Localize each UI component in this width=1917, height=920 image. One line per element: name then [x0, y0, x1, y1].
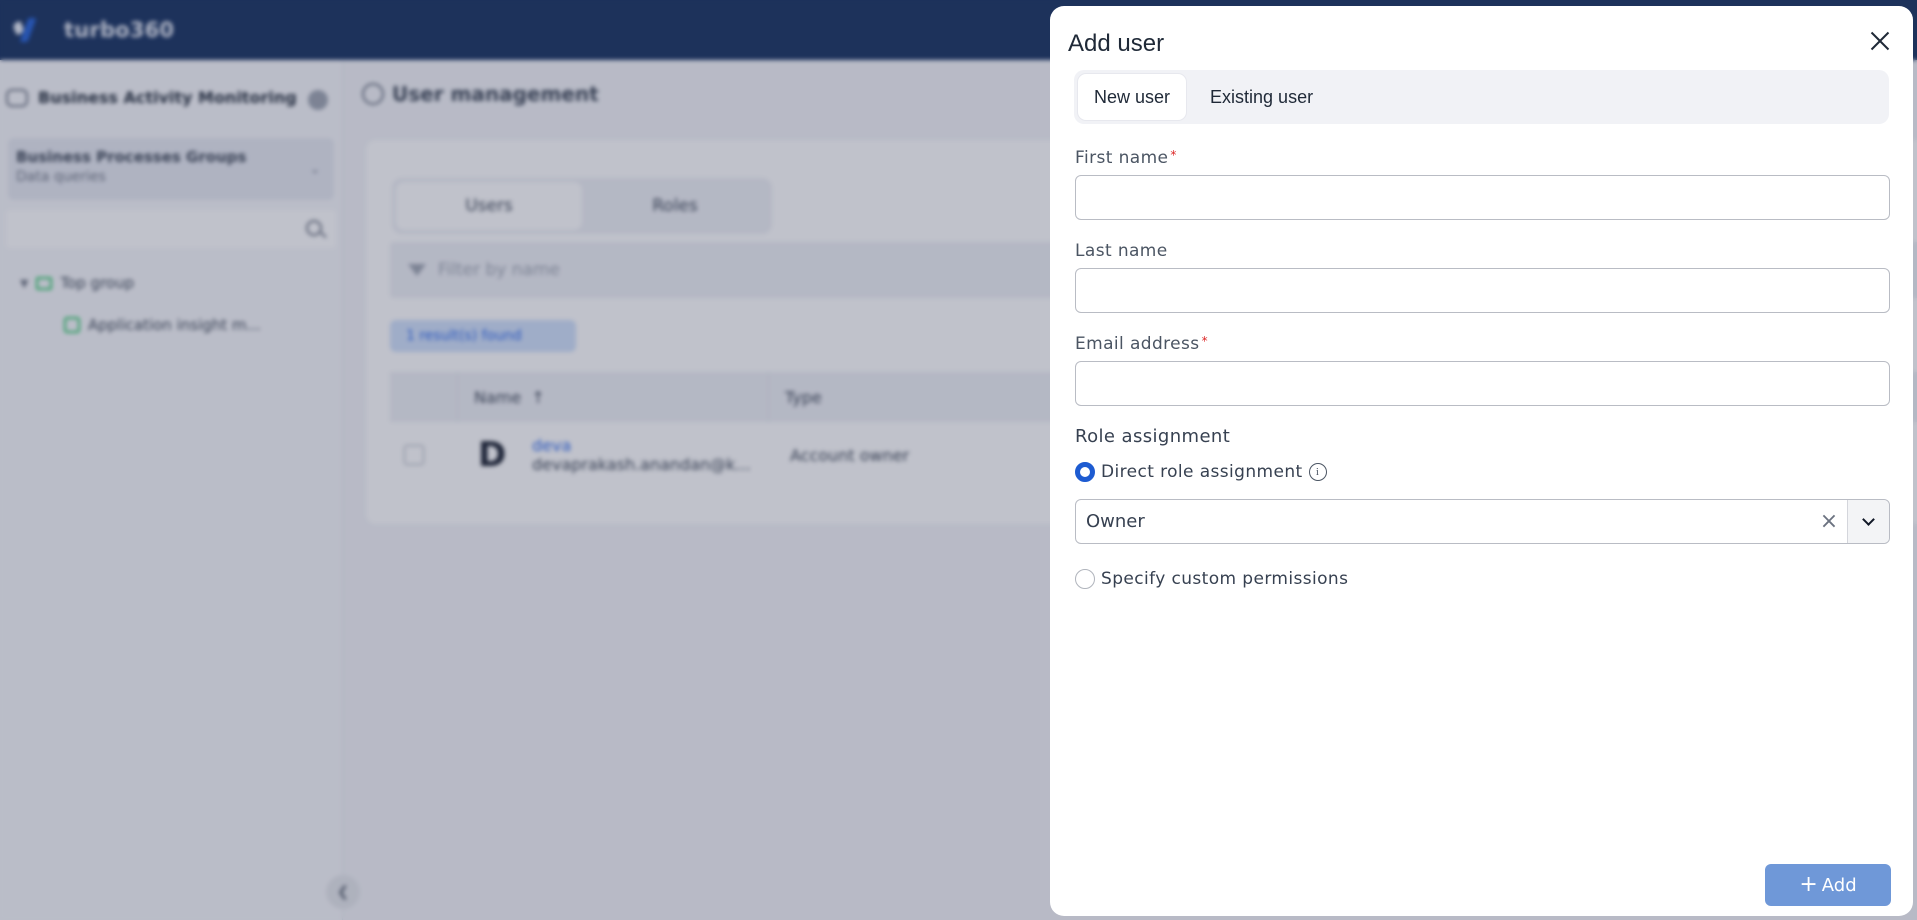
dropdown-toggle[interactable] [1847, 500, 1889, 543]
dialog-title: Add user [1068, 30, 1165, 57]
tab-new-user[interactable]: New user [1078, 74, 1187, 120]
add-user-button[interactable]: + Add [1765, 864, 1891, 906]
custom-permissions-option[interactable]: Specify custom permissions [1075, 569, 1348, 589]
custom-permissions-label: Specify custom permissions [1101, 569, 1349, 589]
required-marker: * [1170, 148, 1177, 162]
role-select[interactable]: Owner × [1075, 499, 1890, 544]
email-label: Email address * [1075, 334, 1208, 354]
add-user-dialog: Add user New user Existing user First na… [1050, 6, 1913, 916]
role-assignment-title: Role assignment [1075, 426, 1231, 447]
direct-role-radio[interactable] [1075, 462, 1095, 482]
last-name-label: Last name [1075, 241, 1168, 261]
tab-existing-user[interactable]: Existing user [1194, 74, 1329, 120]
chevron-down-icon [1862, 512, 1875, 526]
last-name-field[interactable] [1075, 268, 1890, 313]
close-icon[interactable] [1867, 28, 1893, 54]
clear-selection-icon[interactable]: × [1811, 509, 1847, 534]
user-type-tabs: New user Existing user [1074, 70, 1889, 124]
role-select-value: Owner [1086, 511, 1145, 532]
info-icon[interactable]: i [1308, 463, 1327, 481]
required-marker: * [1201, 334, 1208, 348]
first-name-label: First name * [1075, 148, 1177, 168]
email-field[interactable] [1075, 361, 1890, 406]
first-name-field[interactable] [1075, 175, 1890, 220]
plus-icon: + [1799, 872, 1818, 897]
direct-role-label: Direct role assignment [1101, 462, 1303, 482]
direct-role-assignment-option[interactable]: Direct role assignment i [1075, 462, 1327, 482]
custom-permissions-radio[interactable] [1075, 569, 1095, 589]
